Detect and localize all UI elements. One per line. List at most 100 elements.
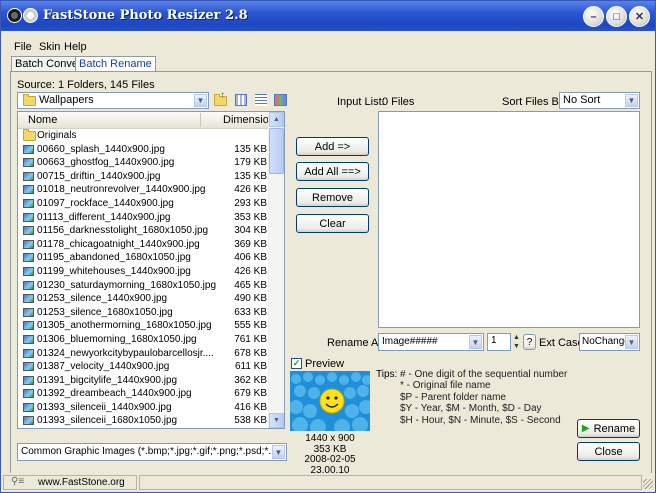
input-list-label: Input List:: [337, 96, 385, 108]
folder-up-button[interactable]: ↑: [214, 90, 228, 107]
file-list-scrollbar[interactable]: ▲ ▼: [268, 112, 284, 428]
file-row[interactable]: 01253_silence_1680x1050.jpg 633 KB: [18, 306, 270, 320]
file-row[interactable]: 01097_rockface_1440x900.jpg 293 KB: [18, 197, 270, 211]
file-row[interactable]: 00715_driftin_1440x900.jpg 135 KB: [18, 170, 270, 184]
file-row[interactable]: 01156_darknesstolight_1680x1050.jpg 304 K…: [18, 224, 270, 238]
folder-combo[interactable]: Wallpapers ▼: [17, 92, 209, 109]
file-name: 01230_saturdaymorning_1680x1050.jpg: [37, 279, 217, 291]
file-size: 293 KB: [234, 197, 267, 209]
preview-label: Preview: [305, 358, 345, 370]
tip-line: $H - Hour, $N - Minute, $S - Second: [400, 414, 561, 426]
file-size: 490 KB: [234, 293, 267, 305]
tab-batch-rename[interactable]: Batch Rename: [75, 56, 156, 71]
ext-case-dropdown[interactable]: ▼: [625, 335, 638, 349]
file-size: 679 KB: [234, 388, 267, 400]
add-all-button[interactable]: Add All ==>: [296, 162, 369, 181]
menu-skin[interactable]: Skin: [39, 41, 60, 53]
file-row[interactable]: 01324_newyorkcitybypaulobarcellosjr.... 6…: [18, 347, 270, 361]
file-size: 611 KB: [234, 361, 267, 373]
file-row[interactable]: 01305_anothermorning_1680x1050.jpg 555 KB: [18, 319, 270, 333]
clear-button[interactable]: Clear: [296, 214, 369, 233]
website-cell[interactable]: ⚲≡ www.FastStone.org: [3, 475, 137, 490]
file-row[interactable]: 01230_saturdaymorning_1680x1050.jpg 465 K…: [18, 279, 270, 293]
website-link[interactable]: www.FastStone.org: [38, 477, 125, 488]
file-row[interactable]: 01253_silence_1440x900.jpg 490 KB: [18, 292, 270, 306]
file-size: 555 KB: [234, 320, 267, 332]
file-size: 538 KB: [234, 415, 267, 427]
app-menu-icon[interactable]: [23, 8, 38, 23]
image-file-icon: [23, 253, 34, 263]
file-row[interactable]: 00660_splash_1440x900.jpg 135 KB: [18, 143, 270, 157]
file-name: 01391_bigcitylife_1440x900.jpg: [37, 374, 178, 386]
view-options-icon[interactable]: [274, 94, 287, 106]
tip-line: $P - Parent folder name: [400, 391, 506, 403]
file-row[interactable]: 01391_bigcitylife_1440x900.jpg 362 KB: [18, 374, 270, 388]
input-list[interactable]: [378, 111, 640, 328]
file-size: 406 KB: [234, 252, 267, 264]
file-size: 179 KB: [234, 157, 267, 169]
file-size: 362 KB: [234, 374, 267, 386]
file-size: 633 KB: [234, 306, 267, 318]
details-view-icon[interactable]: [255, 94, 267, 106]
main-window: FastStone Photo Resizer 2.8 – □ ✕ File S…: [0, 0, 656, 493]
menu-file[interactable]: File: [14, 41, 32, 53]
image-file-icon: [23, 266, 34, 276]
rename-pattern-dropdown[interactable]: ▼: [469, 335, 482, 349]
file-filter-dropdown[interactable]: ▼: [272, 445, 285, 459]
file-row[interactable]: 00663_ghostfog_1440x900.jpg 179 KB: [18, 156, 270, 170]
menu-bar: File Skin Help: [1, 39, 655, 55]
spin-down-icon[interactable]: ▼: [511, 342, 522, 351]
file-row[interactable]: 01306_bluemorning_1680x1050.jpg 761 KB: [18, 333, 270, 347]
maximize-button[interactable]: □: [606, 6, 627, 27]
status-bar: ⚲≡ www.FastStone.org: [1, 473, 655, 492]
image-file-icon: [23, 226, 34, 236]
help-button[interactable]: ?: [523, 334, 536, 350]
minimize-button[interactable]: –: [583, 6, 604, 27]
file-row[interactable]: 01387_velocity_1440x900.jpg 611 KB: [18, 360, 270, 374]
remove-button[interactable]: Remove: [296, 188, 369, 207]
start-number-field[interactable]: 1: [487, 333, 511, 351]
folder-row[interactable]: Originals: [18, 129, 270, 143]
file-row[interactable]: 01393_silenceii_1680x1050.jpg 538 KB: [18, 414, 270, 428]
sort-combo[interactable]: No Sort ▼: [559, 92, 640, 109]
image-file-icon: [23, 239, 34, 249]
file-filter-combo[interactable]: Common Graphic Images (*.bmp;*.jpg;*.gif…: [17, 443, 287, 461]
file-size: 761 KB: [234, 333, 267, 345]
close-window-button[interactable]: ✕: [629, 6, 650, 27]
file-size: 426 KB: [234, 184, 267, 196]
preview-checkbox[interactable]: ✓: [291, 358, 302, 369]
menu-help[interactable]: Help: [64, 41, 87, 53]
scroll-down-button[interactable]: ▼: [269, 413, 284, 428]
file-row[interactable]: 01178_chicagoatnight_1440x900.jpg 369 KB: [18, 238, 270, 252]
file-size: 353 KB: [234, 211, 267, 223]
start-number-spinner[interactable]: ▲ ▼: [511, 333, 522, 351]
app-icon[interactable]: [7, 8, 22, 23]
ext-case-combo[interactable]: NoChange ▼: [579, 333, 640, 351]
column-name[interactable]: Nome: [28, 114, 57, 126]
tip-line: $Y - Year, $M - Month, $D - Day: [400, 403, 542, 415]
title-bar[interactable]: FastStone Photo Resizer 2.8 – □ ✕: [1, 1, 655, 31]
file-row[interactable]: 01113_different_1440x900.jpg 353 KB: [18, 211, 270, 225]
close-icon: ✕: [634, 11, 645, 23]
resize-grip-icon[interactable]: [643, 479, 653, 489]
file-row[interactable]: 01018_neutronrevolver_1440x900.jpg 426 KB: [18, 183, 270, 197]
file-name: 01392_dreambeach_1440x900.jpg: [37, 388, 192, 400]
spin-up-icon[interactable]: ▲: [511, 333, 522, 342]
sort-dropdown[interactable]: ▼: [625, 94, 638, 107]
file-row[interactable]: 01195_abandoned_1680x1050.jpg 406 KB: [18, 251, 270, 265]
add-button[interactable]: Add =>: [296, 137, 369, 156]
file-list[interactable]: Nome Dimensione Originals 00660_splash_1…: [17, 111, 285, 429]
image-file-icon: [23, 198, 34, 208]
file-row[interactable]: 01393_silenceii_1440x900.jpg 416 KB: [18, 401, 270, 415]
scroll-up-button[interactable]: ▲: [269, 112, 284, 127]
globe-icon: ⚲≡: [11, 476, 25, 487]
preview-dimensions: 1440 x 900: [305, 433, 355, 444]
file-row[interactable]: 01199_whitehouses_1440x900.jpg 426 KB: [18, 265, 270, 279]
folder-combo-dropdown[interactable]: ▼: [194, 94, 207, 107]
rename-button[interactable]: ▶ Rename: [577, 419, 640, 438]
close-button[interactable]: Close: [577, 442, 640, 461]
scroll-thumb[interactable]: [269, 128, 284, 174]
rename-pattern-combo[interactable]: Image##### ▼: [378, 333, 484, 351]
file-row[interactable]: 01392_dreambeach_1440x900.jpg 679 KB: [18, 387, 270, 401]
thumbnail-view-icon[interactable]: [235, 94, 247, 106]
